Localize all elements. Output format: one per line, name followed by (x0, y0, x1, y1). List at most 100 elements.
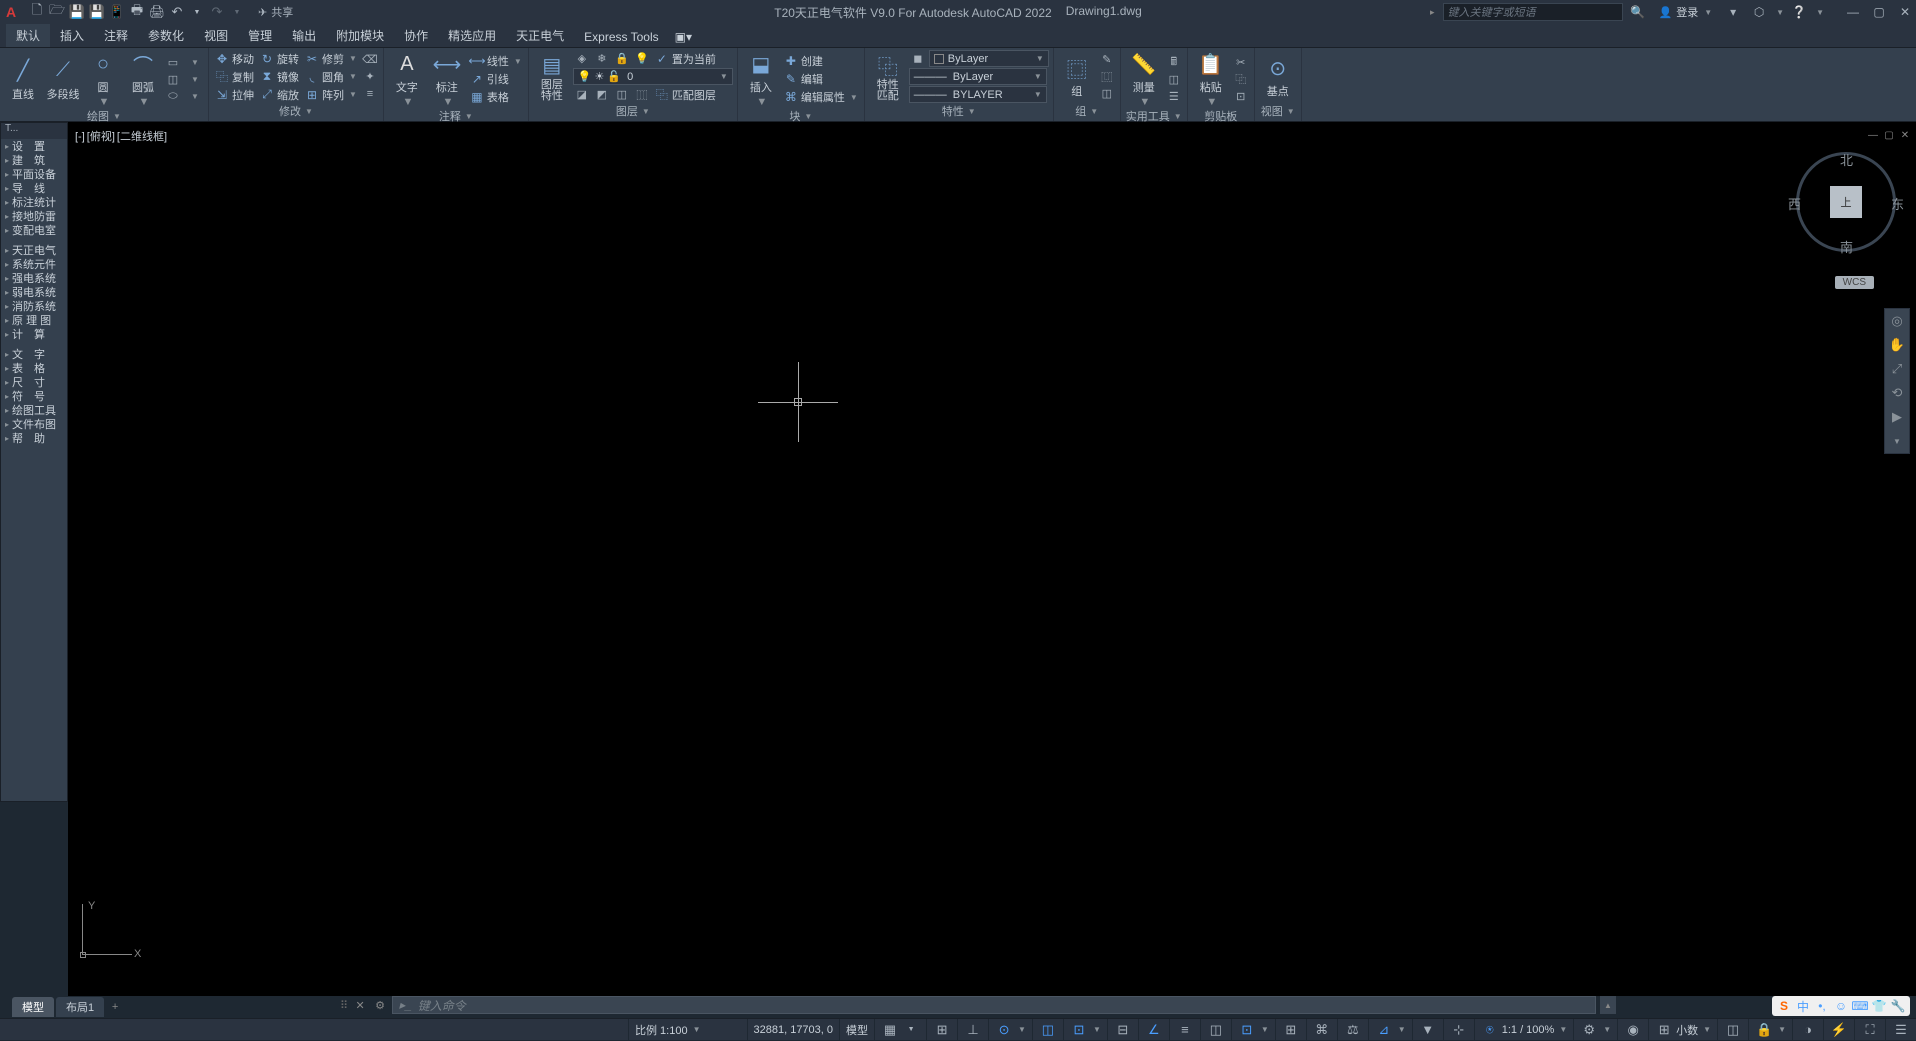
close-button[interactable]: ✕ (1894, 1, 1916, 23)
sp-item[interactable]: 平面设备 (1, 167, 67, 181)
ime-keyboard-icon[interactable]: ⌨ (1852, 998, 1868, 1014)
color-icon[interactable]: ◼ (909, 51, 927, 67)
panel-label[interactable]: 组 (1075, 103, 1086, 119)
cut-icon[interactable]: ✂ (1232, 54, 1250, 70)
insert-button[interactable]: ⬓插入▼ (742, 50, 780, 108)
layer-walk-icon[interactable]: ⿲ (633, 87, 651, 103)
undo-icon[interactable]: ↶ (168, 3, 186, 21)
lineweight-dropdown[interactable]: ———ByLayer▼ (909, 68, 1047, 85)
trim-button[interactable]: ✂修剪▼ (303, 50, 359, 67)
leader-button[interactable]: ↗引线 (468, 71, 524, 88)
viewcube-south[interactable]: 南 (1840, 237, 1853, 256)
linear-button[interactable]: ⟷线性▼ (468, 53, 524, 70)
chevron-down-icon[interactable]: ▼ (186, 54, 204, 70)
sidepanel-title[interactable]: T... (1, 123, 67, 139)
ime-lang-icon[interactable]: 中 (1795, 998, 1811, 1014)
layer-props-button[interactable]: ▤图层 特性 (533, 51, 571, 102)
redo-icon[interactable]: ↷ (208, 3, 226, 21)
anno-monitor-icon[interactable]: ◉ (1624, 1021, 1642, 1039)
orbit-icon[interactable]: ⟲ (1885, 381, 1909, 405)
workspace-icon[interactable]: ⚙ (1580, 1021, 1598, 1039)
sp-item[interactable]: 表 格 (1, 361, 67, 375)
tab-addins[interactable]: 附加模块 (326, 24, 394, 47)
saveas-icon[interactable]: 💾 (88, 3, 106, 21)
ime-tools-icon[interactable]: 🔧 (1890, 998, 1906, 1014)
coords-display[interactable]: 32881, 17703, 0 (747, 1019, 840, 1041)
qselect-icon[interactable]: ☰ (1165, 88, 1183, 104)
panel-label[interactable]: 特性 (942, 103, 964, 119)
tab-collab[interactable]: 协作 (394, 24, 438, 47)
command-input[interactable]: ▸_键入命令 (392, 996, 1596, 1014)
sp-item[interactable]: 计 算 (1, 327, 67, 341)
panel-label[interactable]: 视图 (1261, 103, 1283, 119)
match-props-button[interactable]: ⿻特性 匹配 (869, 51, 907, 102)
panel-label[interactable]: 修改 (279, 103, 301, 119)
grid-dd-icon[interactable]: ▼ (902, 1021, 920, 1039)
share-button[interactable]: ✈ 共享 (258, 4, 293, 20)
plot-icon[interactable]: 🖶 (128, 3, 146, 21)
sp-item[interactable]: 强电系统 (1, 271, 67, 285)
grid-icon[interactable]: ▦ (881, 1021, 899, 1039)
viewcube-west[interactable]: 西 (1788, 194, 1801, 213)
isodraft-icon[interactable]: ◫ (1039, 1021, 1057, 1039)
sp-item[interactable]: 弱电系统 (1, 285, 67, 299)
set-current-button[interactable]: ✓置为当前 (653, 50, 718, 67)
dim-button[interactable]: ⟷标注▼ (428, 50, 466, 108)
explode-icon[interactable]: ✦ (361, 69, 379, 85)
units-display-icon[interactable]: ⊞ (1655, 1021, 1673, 1039)
sp-item[interactable]: 天正电气 (1, 243, 67, 257)
tab-more[interactable]: ▣▾ (669, 27, 698, 47)
color-dropdown[interactable]: ByLayer▼ (929, 50, 1049, 67)
measure-button[interactable]: 📏测量▼ (1125, 50, 1163, 108)
ime-skin-icon[interactable]: 👕 (1871, 998, 1887, 1014)
sp-item[interactable]: 变配电室 (1, 223, 67, 237)
copy-button[interactable]: ⿻复制 (213, 68, 256, 85)
app-icon[interactable]: A (6, 4, 22, 20)
cmdline-history-icon[interactable]: ▲ (1600, 996, 1616, 1014)
otrack-icon[interactable]: ∠ (1145, 1021, 1163, 1039)
tab-insert[interactable]: 插入 (50, 24, 94, 47)
sp-item[interactable]: 尺 寸 (1, 375, 67, 389)
tab-parametric[interactable]: 参数化 (138, 24, 194, 47)
gizmo-icon[interactable]: ⊹ (1450, 1021, 1468, 1039)
login-button[interactable]: 👤 登录 ▼ (1659, 4, 1713, 20)
viewcube-north[interactable]: 北 (1840, 150, 1853, 169)
quickprops-icon[interactable]: ◫ (1724, 1021, 1742, 1039)
copybase-icon[interactable]: ⊡ (1232, 88, 1250, 104)
scale-dropdown[interactable]: 比例 1:100▼ (628, 1019, 707, 1041)
web-icon[interactable]: 📱 (108, 3, 126, 21)
rect-icon[interactable]: ▭ (164, 54, 182, 70)
viewport-label[interactable]: [-][俯视][二维线框] (74, 128, 168, 144)
maximize-button[interactable]: ▢ (1868, 1, 1890, 23)
undo-dd-icon[interactable]: ▼ (188, 3, 206, 21)
new-icon[interactable]: 🗋 (28, 3, 46, 21)
lwt-icon[interactable]: ≡ (1176, 1021, 1194, 1039)
drawing-viewport[interactable]: [-][俯视][二维线框] — ▢ ✕ Y X 上 北 南 东 西 WCS ◎ … (68, 122, 1916, 996)
layer-state-icon[interactable]: ◈ (573, 51, 591, 67)
sp-item[interactable]: 文件布图 (1, 417, 67, 431)
navbar-dd-icon[interactable]: ▼ (1885, 429, 1909, 453)
viewcube-top[interactable]: 上 (1830, 186, 1862, 218)
erase-icon[interactable]: ⌫ (361, 52, 379, 68)
search-input[interactable]: 键入关键字或短语 (1443, 3, 1623, 21)
tab-featured[interactable]: 精选应用 (438, 24, 506, 47)
dynamic-ucs-icon[interactable]: ⊿ (1375, 1021, 1393, 1039)
offset-icon[interactable]: ≡ (361, 86, 379, 102)
layer-iso2-icon[interactable]: ◩ (593, 87, 611, 103)
help-icon[interactable]: ❔ (1788, 1, 1810, 23)
hatch-icon[interactable]: ◫ (164, 71, 182, 87)
dyninput-icon[interactable]: ⊞ (1282, 1021, 1300, 1039)
fillet-button[interactable]: ◟圆角▼ (303, 68, 359, 85)
arc-button[interactable]: ⌒圆弧▼ (124, 50, 162, 108)
sp-item[interactable]: 导 线 (1, 181, 67, 195)
print-icon[interactable]: 🖨 (148, 3, 166, 21)
open-icon[interactable]: 🗁 (48, 3, 66, 21)
layer-dropdown[interactable]: 💡☀🔓0 ▼ (573, 68, 733, 85)
group-edit-icon[interactable]: ✎ (1098, 52, 1116, 68)
chevron-down-icon[interactable]: ▼ (186, 71, 204, 87)
minimize-button[interactable]: — (1842, 1, 1864, 23)
layer-lock-icon[interactable]: 🔒 (613, 51, 631, 67)
steering-wheel-icon[interactable]: ◎ (1885, 309, 1909, 333)
snap-icon[interactable]: ⊞ (933, 1021, 951, 1039)
stretch-button[interactable]: ⇲拉伸 (213, 86, 256, 103)
